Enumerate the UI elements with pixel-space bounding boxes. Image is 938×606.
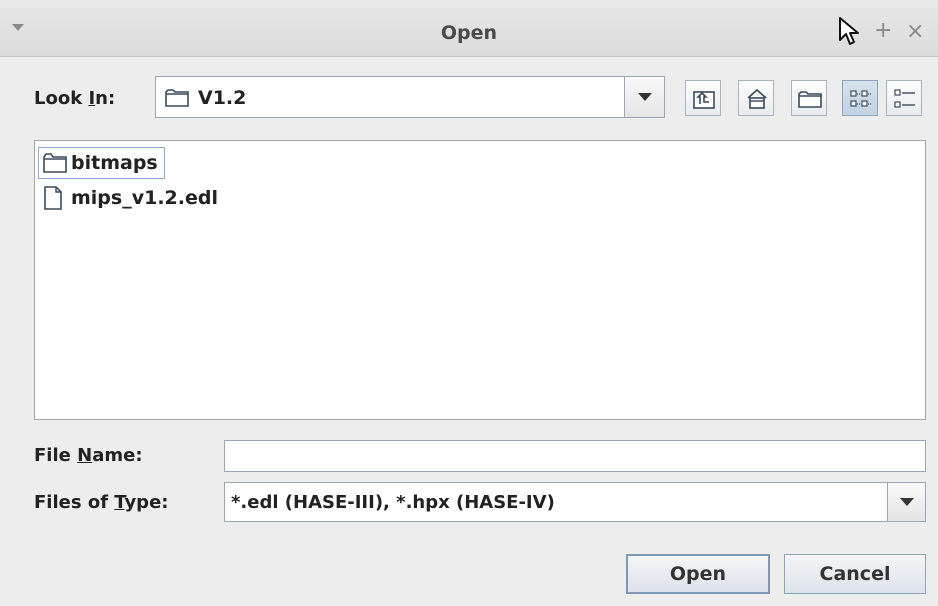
mouse-pointer-icon xyxy=(839,17,859,45)
file-icon xyxy=(44,186,62,210)
list-item-label: bitmaps xyxy=(71,152,158,174)
title-bar[interactable]: Open + × xyxy=(0,0,938,57)
file-type-dropdown-arrow[interactable] xyxy=(887,483,925,521)
open-button[interactable]: Open xyxy=(626,554,770,594)
maximize-icon[interactable]: + xyxy=(874,18,892,43)
close-icon[interactable]: × xyxy=(906,19,924,44)
list-view-icon xyxy=(850,90,871,107)
folder-icon xyxy=(165,89,189,107)
file-type-value: *.edl (HASE-III), *.hpx (HASE-IV) xyxy=(231,492,555,513)
up-one-level-button[interactable] xyxy=(685,80,721,116)
dialog-title: Open xyxy=(440,22,498,44)
home-button[interactable] xyxy=(738,80,774,116)
home-icon xyxy=(747,88,767,109)
list-item-folder[interactable]: bitmaps xyxy=(38,147,165,179)
details-view-icon xyxy=(894,89,915,108)
open-dialog: Open + × Look In: V1.2 bitmaps mips_v1.2… xyxy=(0,0,938,606)
cancel-button[interactable]: Cancel xyxy=(784,554,926,594)
look-in-label: Look In: xyxy=(34,88,116,109)
folder-up-icon xyxy=(693,91,715,109)
list-item-label: mips_v1.2.edl xyxy=(71,187,218,209)
new-folder-button[interactable] xyxy=(791,80,827,116)
look-in-combo[interactable]: V1.2 xyxy=(155,76,665,118)
file-list[interactable]: bitmaps mips_v1.2.edl xyxy=(34,140,926,420)
look-in-value: V1.2 xyxy=(198,87,247,109)
file-type-combo[interactable]: *.edl (HASE-III), *.hpx (HASE-IV) xyxy=(224,482,926,522)
new-folder-icon xyxy=(798,91,822,108)
folder-icon xyxy=(43,153,67,173)
details-view-button[interactable] xyxy=(886,80,922,116)
list-view-button[interactable] xyxy=(842,80,878,116)
look-in-dropdown-arrow[interactable] xyxy=(624,77,664,117)
list-item-file[interactable]: mips_v1.2.edl xyxy=(39,183,224,215)
file-name-input[interactable] xyxy=(224,440,926,472)
file-type-label: Files of Type: xyxy=(34,492,169,513)
file-name-label: File Name: xyxy=(34,445,143,466)
